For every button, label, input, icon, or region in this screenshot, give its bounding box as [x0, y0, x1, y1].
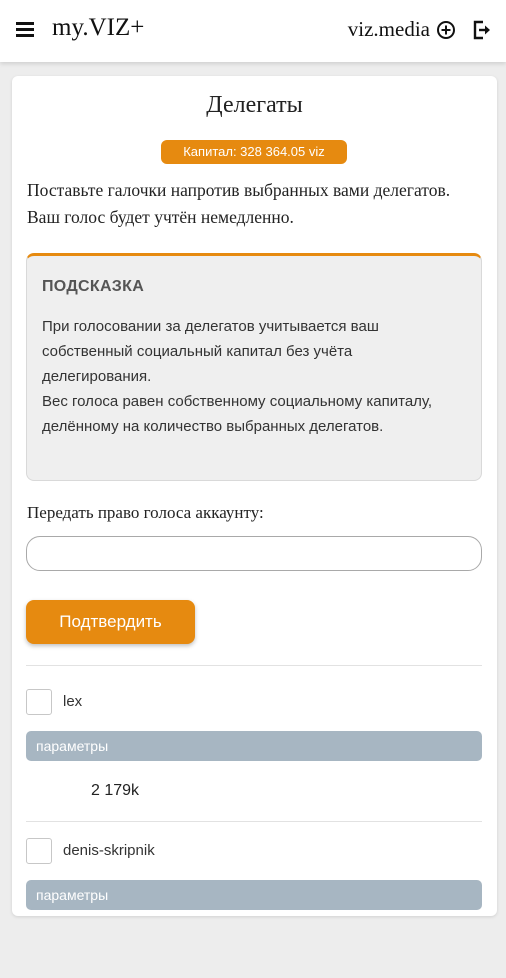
hint-box: ПОДСКАЗКА При голосовании за делегатов у… [26, 253, 482, 481]
delegate-row: lex параметры 2 179k [26, 689, 482, 829]
delegate-name: denis-skripnik [63, 842, 155, 859]
intro-text: Поставьте галочки напротив выбранных вам… [27, 180, 451, 227]
params-toggle[interactable]: параметры [26, 880, 482, 910]
hint-text: При голосовании за делегатов учитывается… [42, 314, 462, 439]
app-brand[interactable]: my.VIZ+ [52, 14, 144, 42]
logout-icon[interactable] [472, 20, 492, 40]
hint-title: ПОДСКАЗКА [42, 278, 145, 295]
delegate-vote-label: Передать право голоса аккаунту: [27, 503, 264, 522]
delegate-value: 2 179k [91, 782, 140, 799]
delegates-card: Делегаты Капитал: 328 364.05 viz Поставь… [12, 76, 497, 916]
viz-media-link[interactable]: viz.media [348, 17, 430, 42]
hint-text-line: При голосовании за делегатов учитывается… [42, 318, 379, 385]
params-toggle[interactable]: параметры [26, 731, 482, 761]
page-title: Делегаты [206, 92, 303, 118]
delegate-checkbox[interactable] [26, 838, 52, 864]
hint-text-line: Вес голоса равен собственному социальном… [42, 393, 433, 435]
capital-badge: Капитал: 328 364.05 viz [161, 140, 347, 164]
delegate-row: denis-skripnik параметры [26, 838, 482, 978]
top-app-bar: my.VIZ+ viz.media [0, 0, 506, 62]
delegate-checkbox[interactable] [26, 689, 52, 715]
confirm-button[interactable]: Подтвердить [26, 600, 195, 644]
divider [26, 821, 482, 822]
delegate-account-input[interactable] [26, 536, 482, 571]
divider [26, 665, 482, 666]
delegate-name: lex [63, 693, 83, 710]
menu-icon[interactable] [16, 22, 34, 38]
plus-circle-icon[interactable] [436, 20, 456, 40]
